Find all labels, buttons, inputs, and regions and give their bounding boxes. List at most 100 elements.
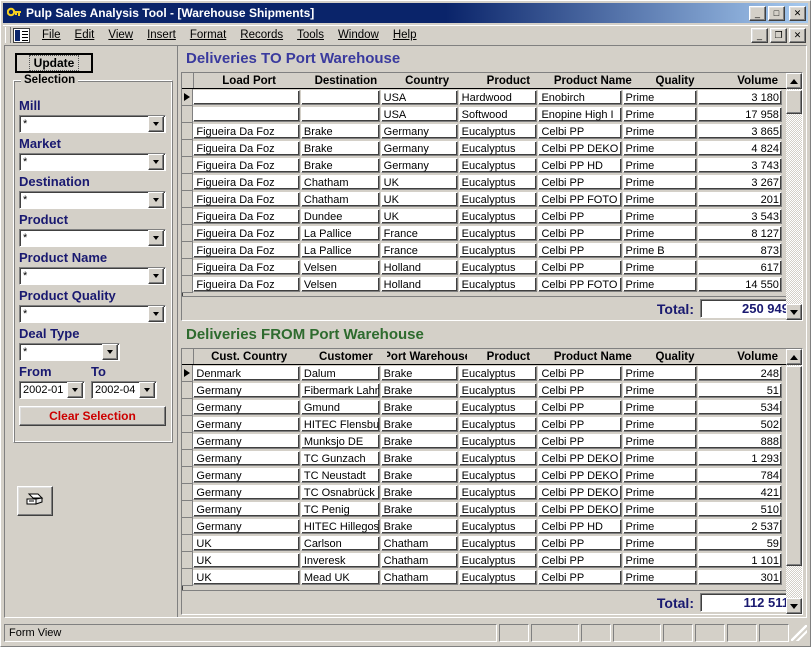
chevron-down-icon[interactable]	[148, 116, 164, 132]
cell-product[interactable]: Eucalyptus	[458, 124, 538, 139]
cell-volume[interactable]: 873	[697, 243, 782, 258]
cell-volume[interactable]: 1 101	[697, 553, 782, 568]
menu-item-help[interactable]: Help	[386, 27, 424, 43]
cell-cust-country[interactable]: Germany	[193, 417, 300, 432]
row-selector[interactable]	[182, 106, 194, 123]
cell-product[interactable]: Eucalyptus	[458, 434, 538, 449]
cell-product-name[interactable]: Celbi PP	[538, 175, 622, 190]
combo-product[interactable]: *	[19, 229, 166, 247]
cell-quality[interactable]: Prime	[622, 468, 697, 483]
cell-product[interactable]: Eucalyptus	[458, 141, 538, 156]
cell-product-name[interactable]: Celbi PP HD	[538, 158, 622, 173]
cell-quality[interactable]: Prime	[622, 400, 697, 415]
combo-deal-type[interactable]: *	[19, 343, 120, 361]
table-row[interactable]: Figueira Da Foz Velsen Holland Eucalyptus Ce…	[182, 259, 802, 276]
cell-customer[interactable]: HITEC Hillegossen	[300, 519, 380, 534]
cell-country[interactable]: UK	[380, 209, 458, 224]
cell-product[interactable]: Eucalyptus	[458, 451, 538, 466]
cell-product[interactable]: Eucalyptus	[458, 553, 538, 568]
cell-quality[interactable]: Prime	[622, 277, 697, 292]
cell-product-name[interactable]: Celbi PP	[538, 124, 622, 139]
cell-customer[interactable]: Carlson	[300, 536, 380, 551]
table-row[interactable]: Figueira Da Foz La Pallice France Eucalyptu…	[182, 242, 802, 259]
cell-cust-country[interactable]: Germany	[193, 468, 300, 483]
cell-customer[interactable]: HITEC Flensburg	[300, 417, 380, 432]
cell-volume[interactable]: 3 543	[697, 209, 782, 224]
cell-product[interactable]: Eucalyptus	[458, 175, 538, 190]
combo-mill[interactable]: *	[19, 115, 166, 133]
table-row[interactable]: Germany TC Osnabrück Brake Eucalyptus Celbi …	[182, 484, 802, 501]
cell-customer[interactable]: Fibermark Lahnstein	[300, 383, 380, 398]
combo-market[interactable]: *	[19, 153, 166, 171]
row-selector[interactable]	[182, 191, 194, 208]
cell-product-name[interactable]: Enobirch	[538, 90, 622, 105]
cell-quality[interactable]: Prime	[622, 107, 697, 122]
menu-item-insert[interactable]: Insert	[140, 27, 183, 43]
cell-product-name[interactable]: Celbi PP	[538, 417, 622, 432]
table-row[interactable]: Germany TC Gunzach Brake Eucalyptus Celbi PP…	[182, 450, 802, 467]
row-selector[interactable]	[182, 552, 194, 569]
cell-load-port[interactable]: Figueira Da Foz	[193, 277, 300, 292]
cell-port-warehouse[interactable]: Brake	[380, 468, 458, 483]
cell-customer[interactable]: Mead UK	[300, 570, 380, 585]
grid-to-scroll-track[interactable]	[786, 89, 802, 304]
cell-volume[interactable]: 534	[697, 400, 782, 415]
cell-cust-country[interactable]: UK	[193, 536, 300, 551]
cell-destination[interactable]: La Pallice	[300, 226, 380, 241]
table-row[interactable]: Figueira Da Foz Velsen Holland Eucalyptus Ce…	[182, 276, 802, 293]
cell-load-port[interactable]: Figueira Da Foz	[193, 243, 300, 258]
cell-destination[interactable]: Velsen	[300, 260, 380, 275]
cell-quality[interactable]: Prime	[622, 158, 697, 173]
cell-product[interactable]: Eucalyptus	[458, 158, 538, 173]
row-selector[interactable]	[182, 259, 194, 276]
menu-item-edit[interactable]: Edit	[68, 27, 102, 43]
table-row[interactable]: GermanyHITEC HillegossenBrakeEucalyptusC…	[182, 518, 802, 535]
cell-customer[interactable]: Munksjo DE	[300, 434, 380, 449]
cell-customer[interactable]: TC Gunzach	[300, 451, 380, 466]
cell-country[interactable]: USA	[380, 90, 458, 105]
cell-product-name[interactable]: Celbi PP	[538, 366, 622, 381]
table-row[interactable]: Figueira Da Foz Dundee UK Eucalyptus Celbi P…	[182, 208, 802, 225]
combo-to-period[interactable]: 2002-04	[91, 381, 157, 399]
cell-product-name[interactable]: Celbi PP	[538, 209, 622, 224]
cell-volume[interactable]: 3 743	[697, 158, 782, 173]
cell-volume[interactable]: 201	[697, 192, 782, 207]
cell-customer[interactable]: Inveresk	[300, 553, 380, 568]
table-row[interactable]: Figueira Da Foz La Pallice France Eucalyptu…	[182, 225, 802, 242]
table-row[interactable]: Figueira Da Foz Chatham UK Eucalyptus Celbi …	[182, 174, 802, 191]
cell-product-name[interactable]: Celbi PP	[538, 226, 622, 241]
table-row[interactable]: Figueira Da Foz Brake Germany Eucalyptus Cel…	[182, 140, 802, 157]
cell-country[interactable]: UK	[380, 175, 458, 190]
row-selector[interactable]	[182, 208, 194, 225]
cell-port-warehouse[interactable]: Brake	[380, 417, 458, 432]
chevron-down-icon[interactable]	[148, 306, 164, 322]
table-row[interactable]: Denmark Dalum Brake Eucalyptus Celbi PP Prime…	[182, 365, 802, 382]
grid-to-body[interactable]: USA Hardwood Enobirch Prime 3 180 USA Softwood…	[182, 89, 802, 320]
cell-destination[interactable]: Brake	[300, 124, 380, 139]
cell-country[interactable]: France	[380, 226, 458, 241]
cell-quality[interactable]: Prime	[622, 383, 697, 398]
chevron-down-icon[interactable]	[67, 382, 83, 398]
cell-volume[interactable]: 617	[697, 260, 782, 275]
table-row[interactable]: Figueira Da Foz Chatham UK Eucalyptus Celbi …	[182, 191, 802, 208]
cell-product-name[interactable]: Enopine High I	[538, 107, 622, 122]
chevron-down-icon[interactable]	[148, 268, 164, 284]
cell-destination[interactable]	[300, 107, 380, 122]
cell-port-warehouse[interactable]: Brake	[380, 519, 458, 534]
cell-destination[interactable]: Chatham	[300, 175, 380, 190]
cell-product[interactable]: Eucalyptus	[458, 277, 538, 292]
cell-port-warehouse[interactable]: Brake	[380, 383, 458, 398]
cell-cust-country[interactable]: Germany	[193, 400, 300, 415]
cell-product-name[interactable]: Celbi PP FOTO	[538, 277, 622, 292]
cell-volume[interactable]: 784	[697, 468, 782, 483]
cell-quality[interactable]: Prime B	[622, 243, 697, 258]
cell-quality[interactable]: Prime	[622, 570, 697, 585]
mdi-restore-button[interactable]: ❐	[770, 27, 787, 43]
cell-product[interactable]: Eucalyptus	[458, 485, 538, 500]
mdi-minimize-button[interactable]: _	[751, 27, 768, 43]
grid-to-scroll-thumb[interactable]	[786, 90, 802, 114]
cell-country[interactable]: Holland	[380, 277, 458, 292]
cell-product[interactable]: Hardwood	[458, 90, 538, 105]
cell-destination[interactable]: Velsen	[300, 277, 380, 292]
column-header-product[interactable]: Product	[468, 349, 550, 364]
